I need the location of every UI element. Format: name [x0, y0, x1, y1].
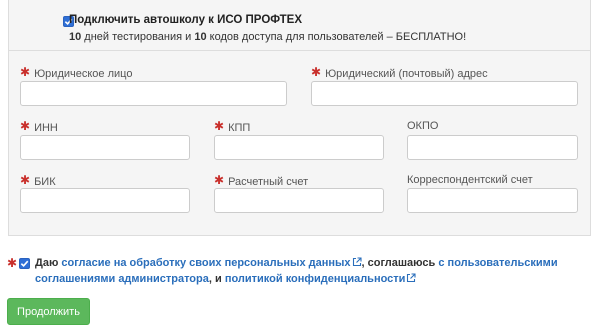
kpp-input[interactable]	[214, 135, 384, 160]
bik-label: ✱ БИК	[20, 173, 56, 188]
required-star: ✱	[311, 65, 322, 79]
personal-data-consent-link[interactable]: согласие на обработку своих персональных…	[61, 257, 350, 269]
required-star: ✱	[20, 65, 31, 79]
legal-name-label: ✱ Юридическое лицо	[20, 65, 133, 80]
account-input[interactable]	[214, 188, 384, 213]
consent-checkbox[interactable]	[19, 258, 30, 269]
external-link-icon[interactable]	[406, 273, 416, 283]
access-codes-count: 10	[194, 31, 207, 43]
promo-description: 10 дней тестирования и 10 кодов доступа …	[69, 31, 467, 43]
account-label: ✱ Расчетный счет	[214, 173, 309, 188]
inn-input[interactable]	[20, 135, 190, 160]
required-star: ✱	[20, 173, 31, 187]
continue-button[interactable]: Продолжить	[7, 298, 90, 325]
required-star: ✱	[214, 119, 225, 133]
corr-account-input[interactable]	[407, 188, 578, 213]
okpo-label: ОКПО	[407, 120, 439, 132]
trial-days-count: 10	[69, 31, 82, 43]
check-icon	[20, 260, 29, 268]
consent-text: Даю согласие на обработку своих персонал…	[35, 257, 558, 285]
required-star: ✱	[20, 119, 31, 133]
okpo-input[interactable]	[407, 135, 578, 160]
inn-label: ✱ ИНН	[20, 119, 58, 134]
panel-divider	[8, 50, 591, 51]
required-star: ✱	[7, 256, 18, 270]
external-link-icon[interactable]	[352, 257, 362, 267]
legal-name-input[interactable]	[20, 81, 287, 106]
corr-account-label: Корреспондентский счет	[407, 174, 533, 186]
connect-school-title: Подключить автошколу к ИСО ПРОФТЕХ	[69, 14, 303, 26]
kpp-label: ✱ КПП	[214, 119, 251, 134]
required-star: ✱	[214, 173, 225, 187]
privacy-policy-link[interactable]: политикой конфиденциальности	[225, 273, 406, 285]
legal-address-input[interactable]	[311, 81, 578, 106]
legal-address-label: ✱ Юридический (почтовый) адрес	[311, 65, 488, 80]
bik-input[interactable]	[20, 188, 190, 213]
